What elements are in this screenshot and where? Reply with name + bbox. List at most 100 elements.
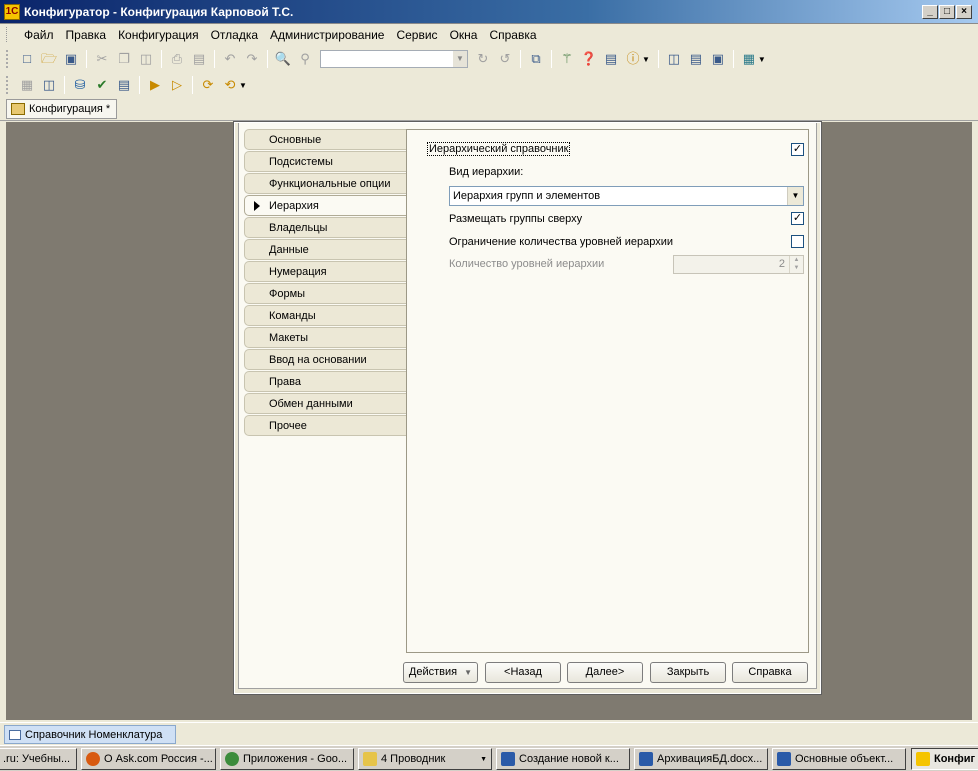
firefox-icon — [86, 752, 100, 766]
module-list-icon[interactable]: ▤ — [115, 76, 133, 94]
info-icon[interactable]: ⓘ — [624, 50, 642, 68]
save-icon[interactable]: ▣ — [62, 50, 80, 68]
hierarchical-catalog-checkbox[interactable] — [791, 143, 804, 156]
hierarchical-catalog-label[interactable]: Иерархический справочник — [427, 142, 571, 156]
new-document-icon[interactable]: □ — [18, 50, 36, 68]
taskbar-item-label: Основные объект... — [795, 753, 894, 765]
undo-icon[interactable]: ↶ — [221, 50, 239, 68]
taskbar-item[interactable]: О Ask.com Россия -... — [81, 748, 216, 770]
menu-edit[interactable]: Правка — [60, 28, 113, 42]
hierarchy-kind-select[interactable]: Иерархия групп и элементов ▼ — [449, 186, 804, 206]
tab-rights[interactable]: Права — [244, 371, 406, 392]
os-taskbar: .ru: Учебны... О Ask.com Россия -... При… — [0, 745, 978, 771]
spinner-arrows-icon[interactable]: ▲ ▼ — [789, 256, 803, 273]
config-compare-icon[interactable]: ◫ — [40, 76, 58, 94]
paste-icon[interactable]: ◫ — [137, 50, 155, 68]
taskbar-item[interactable]: Создание новой к... — [496, 748, 630, 770]
config-window-icon[interactable]: ▦ — [18, 76, 36, 94]
redo-icon[interactable]: ↷ — [243, 50, 261, 68]
help-button[interactable]: Справка — [732, 662, 808, 683]
toolbar-separator — [657, 50, 659, 68]
close-button[interactable]: × — [956, 5, 972, 19]
taskbar-item-active[interactable]: Конфиг — [911, 748, 978, 770]
syntax-assistant-icon[interactable]: ⚚ — [558, 50, 576, 68]
menu-debug[interactable]: Отладка — [205, 28, 264, 42]
dropdown-arrow-icon[interactable]: ▼ — [642, 55, 650, 64]
taskbar-item[interactable]: .ru: Учебны... — [0, 748, 77, 770]
menu-configuration[interactable]: Конфигурация — [112, 28, 205, 42]
catalog-icon — [9, 729, 21, 740]
tab-data[interactable]: Данные — [244, 239, 406, 260]
tab-subsystems[interactable]: Подсистемы — [244, 151, 406, 172]
groups-top-checkbox[interactable] — [791, 212, 804, 225]
taskbar-item[interactable]: АрхивацияБД.docx... — [634, 748, 768, 770]
windows-icon[interactable]: ⧉ — [527, 50, 545, 68]
taskbar-item[interactable]: Основные объект... — [772, 748, 906, 770]
tab-data-exchange[interactable]: Обмен данными — [244, 393, 406, 414]
menu-file[interactable]: Файл — [18, 28, 60, 42]
tab-configuration[interactable]: Конфигурация * — [6, 99, 118, 119]
toolbar-grip[interactable] — [6, 76, 10, 94]
tab-functional-options[interactable]: Функциональные опции — [244, 173, 406, 194]
tab-configuration-label: Конфигурация * — [29, 103, 111, 115]
find-icon[interactable]: 🔍 — [274, 50, 292, 68]
tab-main-label: Основные — [269, 133, 322, 146]
taskbar-item[interactable]: Приложения - Goo... — [220, 748, 354, 770]
maximize-button[interactable]: □ — [939, 5, 955, 19]
dropdown-arrow-icon[interactable]: ▼ — [239, 81, 247, 90]
taskbar-item[interactable]: 4 Проводник ▼ — [358, 748, 492, 770]
compare-icon[interactable]: ◫ — [665, 50, 683, 68]
search-back-icon[interactable]: ↺ — [496, 50, 514, 68]
open-folder-icon[interactable]: 🗁 — [40, 50, 58, 68]
syntax-check-icon[interactable]: ✔ — [93, 76, 111, 94]
menu-help[interactable]: Справка — [483, 28, 542, 42]
open-window-item[interactable]: Справочник Номенклатура — [4, 725, 176, 744]
find-next-icon[interactable]: ⚲ — [296, 50, 314, 68]
tab-commands[interactable]: Команды — [244, 305, 406, 326]
tab-owners[interactable]: Владельцы — [244, 217, 406, 238]
word-document-icon — [777, 752, 791, 766]
actions-button-label: Действия — [408, 666, 458, 678]
database-update-icon[interactable]: ⛁ — [71, 76, 89, 94]
merge-icon[interactable]: ▤ — [687, 50, 705, 68]
help-contents-icon[interactable]: ❓ — [580, 50, 598, 68]
minimize-button[interactable]: _ — [922, 5, 938, 19]
search-combo[interactable]: ▼ — [320, 50, 468, 68]
extensions-icon[interactable]: ▦ — [740, 50, 758, 68]
actions-button[interactable]: Действия ▼ — [403, 662, 478, 683]
app-1c-icon[interactable]: 1С — [4, 4, 20, 20]
tab-input-by-string[interactable]: Ввод на основании — [244, 349, 406, 370]
tab-templates[interactable]: Макеты — [244, 327, 406, 348]
back-button[interactable]: <Назад — [485, 662, 561, 683]
tab-forms[interactable]: Формы — [244, 283, 406, 304]
levels-count-spinner[interactable]: 2 ▲ ▼ — [673, 255, 804, 274]
print-preview-icon[interactable]: ▤ — [190, 50, 208, 68]
toolbar-grip[interactable] — [6, 50, 10, 68]
cut-icon[interactable]: ✂ — [93, 50, 111, 68]
chevron-down-icon[interactable]: ▼ — [787, 187, 803, 205]
help-index-icon[interactable]: ▤ — [602, 50, 620, 68]
tab-main[interactable]: Основные — [244, 129, 406, 150]
toolbar-separator — [267, 50, 268, 68]
tab-data-label: Данные — [269, 243, 309, 256]
tab-hierarchy[interactable]: Иерархия — [244, 195, 406, 216]
copy-icon[interactable]: ❐ — [115, 50, 133, 68]
chevron-down-icon[interactable]: ▼ — [453, 51, 467, 67]
search-forward-icon[interactable]: ↻ — [474, 50, 492, 68]
menu-administration[interactable]: Администрирование — [264, 28, 390, 42]
menu-windows[interactable]: Окна — [444, 28, 484, 42]
debug-step-icon[interactable]: ⟳ — [199, 76, 217, 94]
next-button[interactable]: Далее> — [567, 662, 643, 683]
print-icon[interactable]: ⎙ — [168, 50, 186, 68]
start-debug-icon[interactable]: ▶ — [146, 76, 164, 94]
debug-connect-icon[interactable]: ⟲ — [221, 76, 239, 94]
repository-icon[interactable]: ▣ — [709, 50, 727, 68]
tab-other[interactable]: Прочее — [244, 415, 406, 436]
close-dialog-button[interactable]: Закрыть — [650, 662, 726, 683]
menu-service[interactable]: Сервис — [390, 28, 443, 42]
start-enterprise-icon[interactable]: ▷ — [168, 76, 186, 94]
menu-grip[interactable] — [6, 27, 10, 42]
limit-levels-checkbox[interactable] — [791, 235, 804, 248]
tab-numbering[interactable]: Нумерация — [244, 261, 406, 282]
dropdown-arrow-icon[interactable]: ▼ — [758, 55, 766, 64]
